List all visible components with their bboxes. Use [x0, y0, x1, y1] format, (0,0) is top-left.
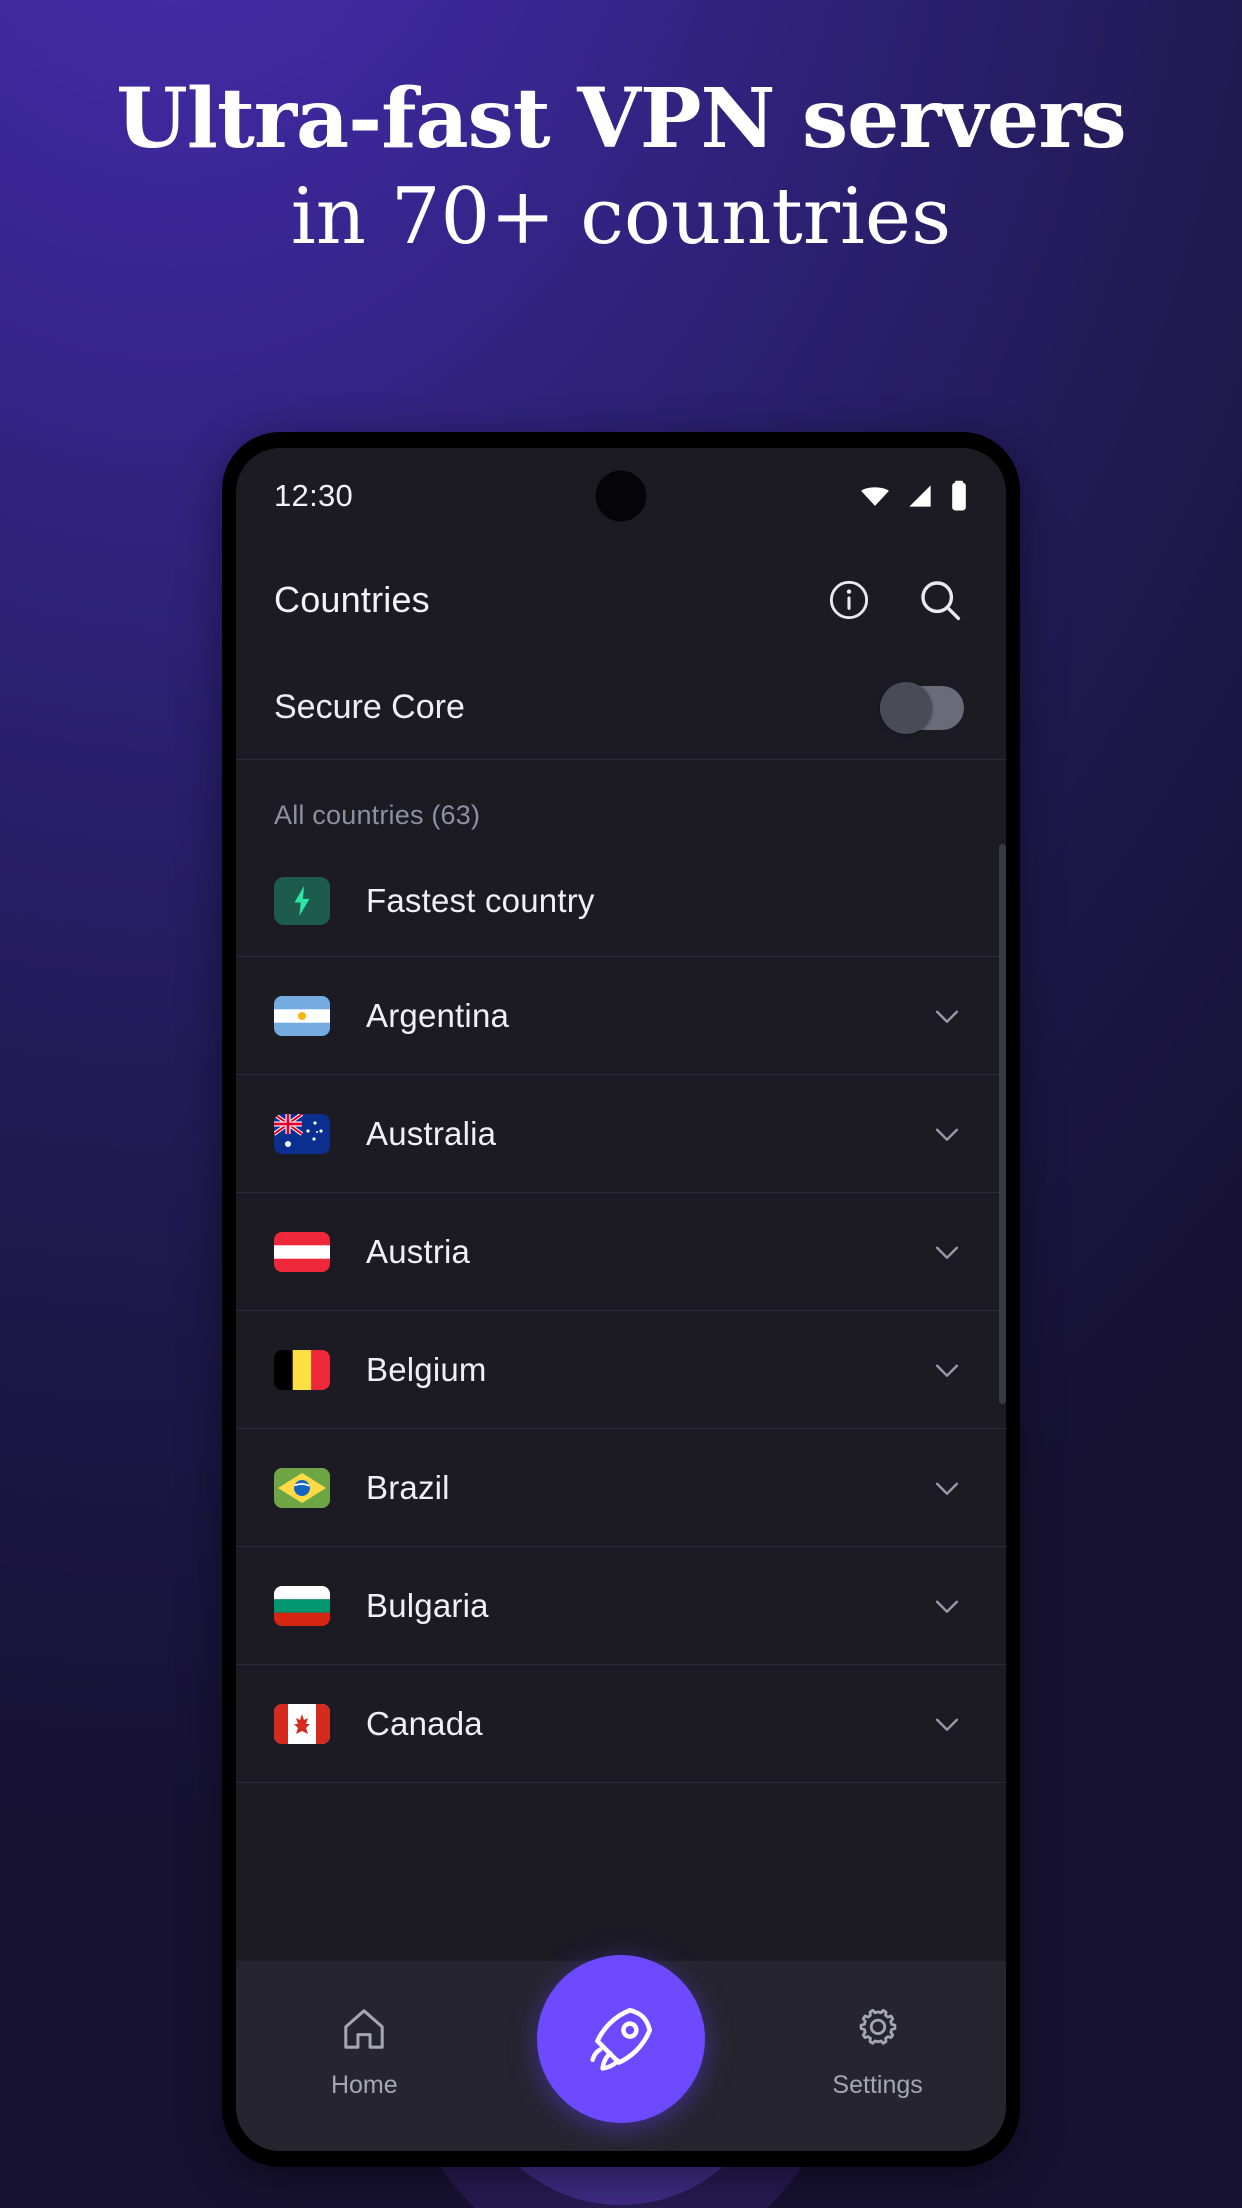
country-name: Australia [366, 1114, 497, 1152]
chevron-down-icon[interactable] [930, 1707, 964, 1741]
secure-core-row[interactable]: Secure Core [236, 656, 1006, 760]
country-name: Belgium [366, 1350, 487, 1388]
flag-belgium-icon [274, 1349, 330, 1390]
header-actions [826, 576, 964, 624]
headline-line-2: in 70+ countries [290, 172, 952, 262]
promo-headline: Ultra-fast VPN servers in 70+ countries [0, 78, 1242, 261]
chevron-down-icon[interactable] [930, 1353, 964, 1387]
nav-item-settings[interactable]: Settings [749, 2003, 1006, 2100]
secure-core-toggle[interactable] [880, 681, 964, 734]
country-name: Argentina [366, 996, 510, 1034]
headline-line-1: Ultra-fast VPN servers [116, 71, 1126, 167]
secure-core-label: Secure Core [274, 688, 465, 726]
list-item-country[interactable]: Brazil [236, 1429, 1006, 1547]
list-item-country[interactable]: Austria [236, 1193, 1006, 1311]
cellular-signal-icon [909, 485, 931, 507]
country-name: Austria [366, 1232, 471, 1270]
flag-canada-icon [274, 1703, 330, 1744]
chevron-down-icon[interactable] [930, 1235, 964, 1269]
list-item-country[interactable]: Canada [236, 1665, 1006, 1783]
list-scrollbar[interactable] [999, 844, 1006, 1404]
chevron-down-icon[interactable] [930, 1117, 964, 1151]
section-label-all-countries: All countries (63) [274, 800, 481, 830]
list-item-country[interactable]: Argentina [236, 957, 1006, 1075]
list-item-label: Fastest country [366, 881, 595, 919]
phone-screen: 12:30 Countries Secure Core All countrie… [236, 448, 1006, 2151]
bottom-navigation-bar: Home Settings [236, 1955, 1006, 2151]
search-icon[interactable] [916, 576, 964, 624]
flag-austria-icon [274, 1231, 330, 1272]
nav-label-settings: Settings [832, 2070, 923, 2099]
country-list[interactable]: All countries (63) Fastest country Argen… [236, 760, 1006, 1961]
app-header: Countries [236, 544, 1006, 656]
page-title: Countries [274, 579, 430, 620]
nav-item-home[interactable]: Home [236, 2003, 493, 2100]
flag-bulgaria-icon [274, 1585, 330, 1626]
country-name: Bulgaria [366, 1586, 489, 1624]
rocket-icon [590, 2007, 653, 2071]
list-item-country[interactable]: Bulgaria [236, 1547, 1006, 1665]
flag-australia-icon [274, 1113, 330, 1154]
country-name: Canada [366, 1704, 483, 1742]
battery-icon [952, 480, 966, 511]
list-item-country[interactable]: Belgium [236, 1311, 1006, 1429]
list-item-country[interactable]: Australia [236, 1075, 1006, 1193]
chevron-down-icon[interactable] [930, 1589, 964, 1623]
chevron-down-icon[interactable] [930, 1471, 964, 1505]
info-circle-icon[interactable] [826, 577, 872, 623]
fastest-country-badge [274, 876, 330, 925]
status-bar-icons [858, 479, 970, 513]
toggle-knob [880, 681, 932, 734]
home-icon [344, 2008, 385, 2049]
gear-icon [859, 2008, 896, 2045]
flag-brazil-icon [274, 1467, 330, 1508]
nav-label-home: Home [330, 2070, 398, 2099]
phone-mockup: 12:30 Countries Secure Core All countrie… [222, 432, 1020, 2167]
status-bar: 12:30 [236, 448, 1006, 544]
front-camera-punch-hole [595, 470, 647, 522]
status-bar-clock: 12:30 [274, 478, 354, 513]
chevron-down-icon[interactable] [930, 999, 964, 1033]
connect-fab-button[interactable] [537, 1955, 705, 2123]
country-name: Brazil [366, 1468, 450, 1506]
list-item-fastest-country[interactable]: Fastest country [236, 845, 1006, 957]
flag-argentina-icon [274, 995, 330, 1036]
lightning-bolt-icon [294, 885, 310, 916]
wifi-icon [861, 487, 889, 506]
